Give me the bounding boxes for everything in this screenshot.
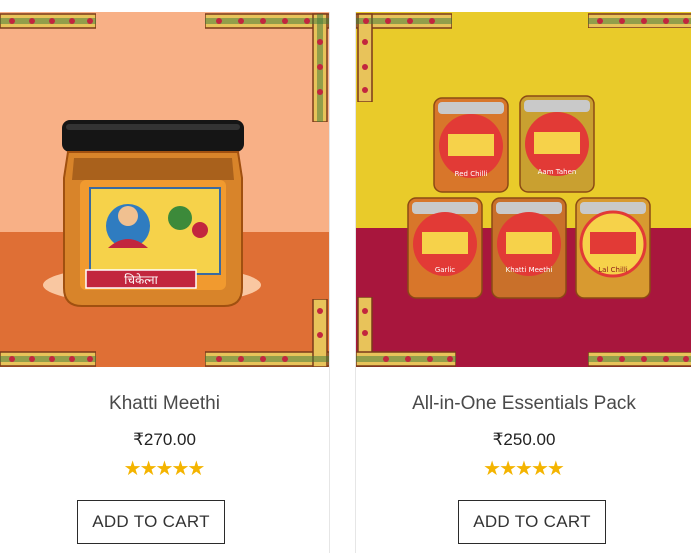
floral-border-top-right (588, 13, 691, 28)
product-card: चिकेत्ना Khatti Meethi ₹270.00 ★★★★★ ADD… (0, 12, 330, 553)
add-to-cart-button[interactable]: ADD TO CART (458, 500, 606, 544)
jar-label-text: चिकेत्ना (124, 273, 158, 287)
star-icon: ★ (546, 458, 565, 480)
jar-label-text: Garlic (435, 266, 455, 274)
product-image[interactable]: चिकेत्ना (0, 12, 329, 367)
jar-label-text: Red Chilli (455, 170, 488, 178)
add-to-cart-button[interactable]: ADD TO CART (77, 500, 225, 544)
jar-bottom-middle: Khatti Meethi (491, 197, 567, 299)
jar-top-left: Red Chilli (433, 97, 509, 193)
star-rating: ★★★★★ (0, 458, 329, 480)
jar-top-right: Aam Tahen (519, 95, 595, 193)
star-rating: ★★★★★ (356, 458, 691, 480)
jar-bottom-right: Lal Chilli (575, 197, 651, 299)
jar-label-text: Lal Chilli (598, 266, 628, 274)
product-title[interactable]: All-in-One Essentials Pack (356, 393, 691, 415)
jar-bottom-left: Garlic (407, 197, 483, 299)
floral-border-top-left (0, 13, 96, 29)
jar-label-text: Khatti Meethi (506, 266, 553, 274)
star-icon: ★ (187, 458, 206, 480)
floral-border-bottom-left (356, 297, 456, 367)
product-card: Red Chilli Aam Tahen Garlic Khatti Meeth… (355, 12, 691, 553)
jar-label-text: Aam Tahen (538, 168, 577, 176)
floral-border-top-left (356, 13, 452, 102)
jar-stack-image: Red Chilli Aam Tahen Garlic Khatti Meeth… (407, 95, 651, 299)
product-image[interactable]: Red Chilli Aam Tahen Garlic Khatti Meeth… (356, 12, 691, 367)
pickle-jar-image: चिकेत्ना (62, 120, 244, 307)
product-price: ₹250.00 (492, 430, 556, 449)
product-price: ₹270.00 (133, 430, 196, 449)
floral-border-bottom-right (588, 352, 691, 367)
floral-border-bottom-left (0, 351, 96, 367)
floral-border-top-right (205, 13, 329, 122)
product-title[interactable]: Khatti Meethi (0, 393, 329, 415)
